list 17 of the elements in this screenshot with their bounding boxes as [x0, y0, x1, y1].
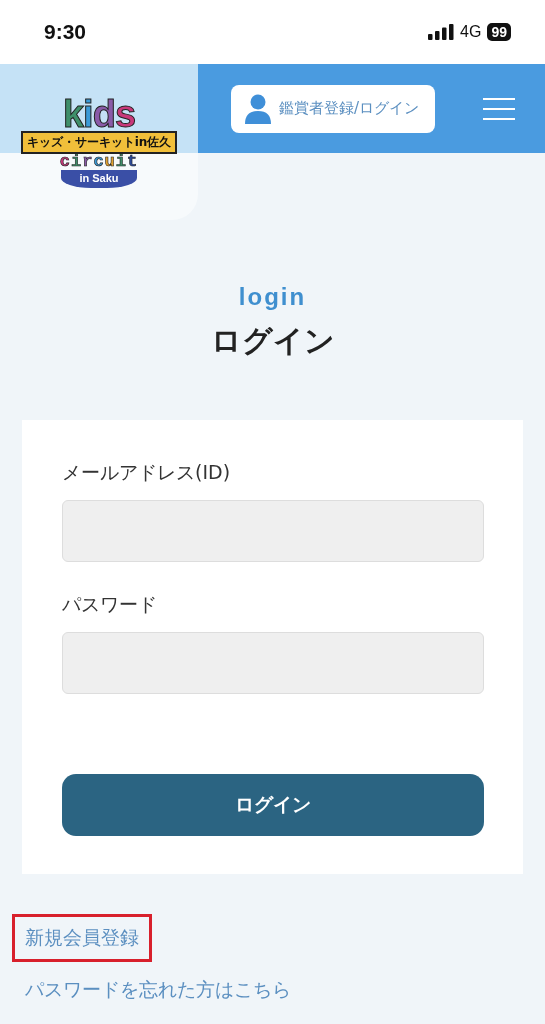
- field-label: パスワード: [62, 592, 158, 617]
- text-link[interactable]: 新規会員登録: [12, 914, 152, 962]
- person-icon: [245, 93, 271, 124]
- input-field[interactable]: [62, 632, 484, 694]
- text-link[interactable]: パスワードを忘れた方はこちら: [12, 966, 304, 1014]
- field-label: メールアドレス(ID): [62, 460, 232, 485]
- menu-icon[interactable]: [483, 97, 515, 120]
- account-button[interactable]: 鑑賞者登録/ログイン: [231, 84, 436, 133]
- network-label: 4G: [460, 23, 482, 41]
- input-field[interactable]: [62, 500, 484, 562]
- battery-indicator: 99: [487, 23, 511, 41]
- signal-icon: [428, 24, 455, 40]
- login-button[interactable]: ログイン: [62, 774, 484, 836]
- site-logo[interactable]: kids キッズ・サーキットin佐久 circuit in Saku: [20, 96, 178, 188]
- status-time: 9:30: [44, 20, 87, 44]
- page-title: ログイン: [209, 322, 336, 360]
- page-eyebrow: login: [237, 283, 308, 311]
